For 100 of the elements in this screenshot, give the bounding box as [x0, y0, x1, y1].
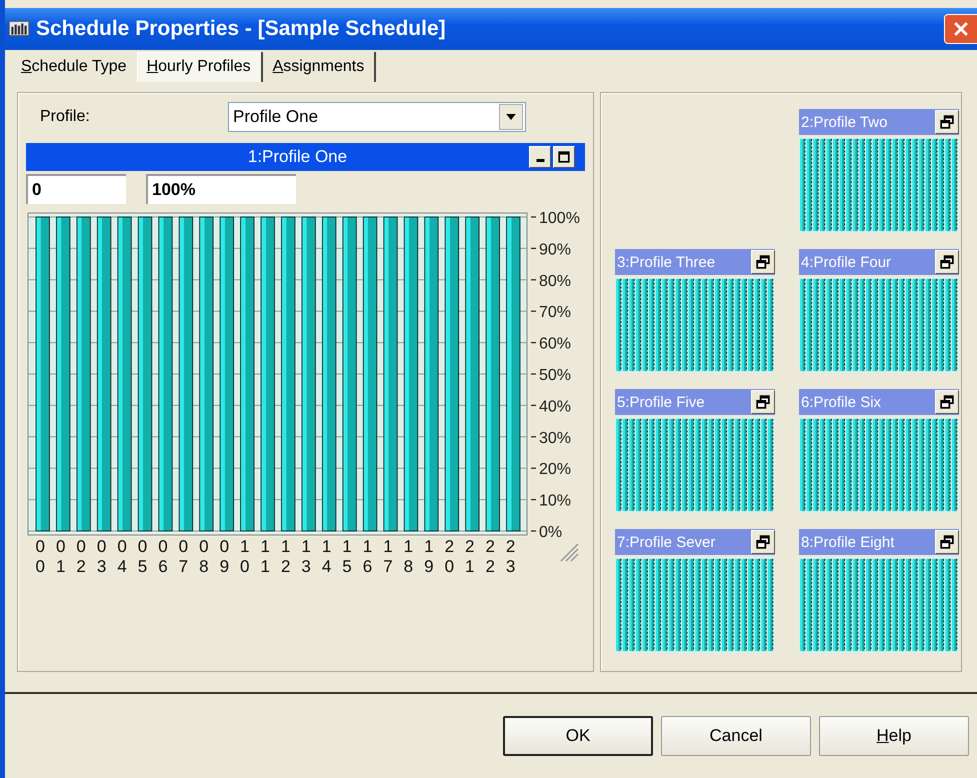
- x-tick-label: 04: [117, 537, 127, 577]
- profile-title: 1:Profile One: [246, 147, 348, 167]
- close-button[interactable]: [944, 14, 977, 44]
- tab[interactable]: Hourly Profiles: [136, 52, 263, 82]
- y-tick-label: 10%: [539, 492, 572, 510]
- y-tick-label: 30%: [539, 430, 572, 447]
- minimize-button[interactable]: [529, 146, 551, 168]
- bar[interactable]: [36, 216, 50, 532]
- x-tick-label: 05: [138, 537, 148, 577]
- dialog-button[interactable]: Cancel: [661, 716, 811, 756]
- dialog-button[interactable]: OK: [503, 716, 653, 756]
- y-tick-label: 60%: [539, 336, 572, 353]
- bar[interactable]: [404, 216, 418, 532]
- chart-icon: [8, 19, 30, 39]
- mini-profile-title: 8:Profile Eight: [800, 534, 896, 550]
- x-tick-label: 11: [260, 537, 270, 577]
- bar[interactable]: [138, 216, 152, 532]
- bar[interactable]: [424, 216, 439, 532]
- bar[interactable]: [260, 216, 275, 532]
- restore-button[interactable]: [751, 250, 775, 274]
- x-tick-label: 07: [178, 537, 188, 577]
- restore-button[interactable]: [751, 390, 775, 414]
- bar[interactable]: [96, 216, 112, 532]
- bar[interactable]: [220, 216, 234, 532]
- bar[interactable]: [383, 216, 398, 532]
- x-tick-label: 18: [404, 537, 414, 577]
- y-tick-label: 50%: [539, 367, 572, 384]
- maximum-field[interactable]: 100%: [146, 174, 296, 204]
- mini-profile-title: 7:Profile Sever: [616, 534, 716, 550]
- restore-button[interactable]: [751, 530, 775, 554]
- bar[interactable]: [117, 216, 132, 532]
- tab[interactable]: Schedule Type: [11, 52, 137, 82]
- bar[interactable]: [178, 216, 194, 532]
- bar[interactable]: [506, 216, 520, 532]
- restore-button[interactable]: [935, 250, 959, 274]
- bar[interactable]: [444, 216, 460, 532]
- y-tick-label: 20%: [539, 461, 572, 478]
- maximize-button[interactable]: [553, 146, 575, 168]
- bar[interactable]: [486, 216, 500, 532]
- x-tick-label: 17: [383, 537, 393, 577]
- x-tick-label: 22: [485, 537, 495, 577]
- restore-icon: [756, 395, 770, 409]
- mini-profile-title: 6:Profile Six: [800, 394, 882, 410]
- restore-button[interactable]: [935, 110, 959, 134]
- bar[interactable]: [76, 216, 91, 532]
- restore-button[interactable]: [935, 530, 959, 554]
- bar[interactable]: [199, 216, 214, 532]
- x-tick-label: 12: [280, 537, 290, 577]
- y-tick-label: 80%: [539, 272, 572, 290]
- x-tick-label: 16: [362, 537, 372, 577]
- dropdown-arrow-icon: [506, 114, 516, 120]
- x-tick-label: 20: [444, 537, 454, 577]
- bar[interactable]: [281, 216, 296, 532]
- profile-dropdown[interactable]: Profile One: [228, 102, 526, 132]
- resize-grip-icon[interactable]: [560, 543, 579, 562]
- x-tick-label: 01: [56, 537, 66, 577]
- x-tick-label: 08: [199, 537, 209, 577]
- restore-icon: [940, 395, 954, 409]
- bar[interactable]: [302, 216, 316, 532]
- y-tick-label: 70%: [539, 304, 572, 322]
- restore-icon: [940, 115, 954, 129]
- bar[interactable]: [465, 216, 480, 532]
- x-tick-label: 23: [506, 537, 516, 577]
- y-tick-label: 40%: [539, 398, 572, 416]
- x-tick-label: 03: [96, 537, 106, 577]
- x-tick-label: 06: [158, 537, 168, 577]
- restore-button[interactable]: [935, 390, 959, 414]
- bar[interactable]: [56, 216, 70, 532]
- bar[interactable]: [240, 216, 254, 532]
- minimum-field[interactable]: 0: [26, 174, 126, 204]
- close-icon: [954, 22, 968, 36]
- x-tick-label: 13: [301, 537, 311, 577]
- y-tick-label: 0%: [539, 524, 562, 541]
- y-tick-label: 90%: [539, 241, 572, 258]
- profile-label: Profile:: [39, 108, 91, 126]
- maximize-icon: [558, 151, 570, 163]
- x-tick-label: 10: [240, 537, 250, 577]
- x-tick-label: 15: [342, 537, 352, 577]
- mini-profile-title: 2:Profile Two: [800, 114, 888, 130]
- tab[interactable]: Assignments: [262, 52, 376, 82]
- restore-icon: [940, 535, 954, 549]
- x-tick-label: 00: [36, 537, 45, 577]
- dialog-button[interactable]: Help: [819, 716, 969, 756]
- mini-profile-title: 5:Profile Five: [616, 394, 706, 410]
- y-tick-label: 100%: [539, 210, 580, 227]
- mini-profile-title: 4:Profile Four: [800, 254, 892, 270]
- mini-profile-title: 3:Profile Three: [616, 254, 716, 270]
- window-title: Schedule Properties - [Sample Schedule]: [36, 17, 447, 41]
- restore-icon: [756, 255, 770, 269]
- x-tick-label: 09: [220, 537, 230, 577]
- x-tick-label: 19: [424, 537, 434, 577]
- bar[interactable]: [342, 216, 357, 532]
- bar[interactable]: [158, 216, 173, 532]
- x-tick-label: 14: [322, 537, 332, 577]
- x-tick-label: 21: [465, 537, 474, 577]
- x-tick-label: 02: [76, 537, 86, 577]
- bar[interactable]: [362, 216, 378, 532]
- restore-icon: [756, 535, 770, 549]
- bar[interactable]: [322, 216, 336, 532]
- minimize-icon: [536, 159, 544, 162]
